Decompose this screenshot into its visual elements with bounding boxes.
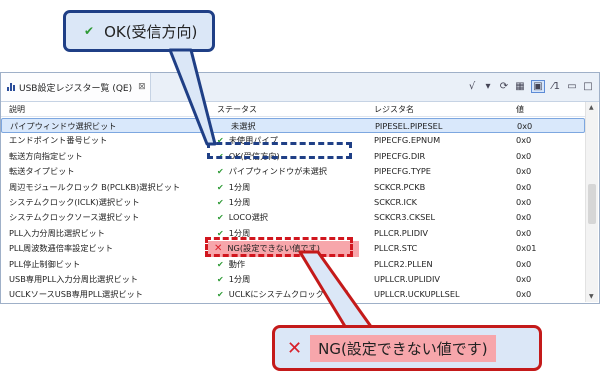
cross-icon: ✕ xyxy=(287,337,303,359)
ng-callout-text: NG(設定できない値です) xyxy=(310,334,496,362)
ok-callout-pointer xyxy=(168,48,217,146)
ng-callout: ✕ NG(設定できない値です) xyxy=(272,325,542,371)
ng-callout-pointer xyxy=(298,250,374,330)
